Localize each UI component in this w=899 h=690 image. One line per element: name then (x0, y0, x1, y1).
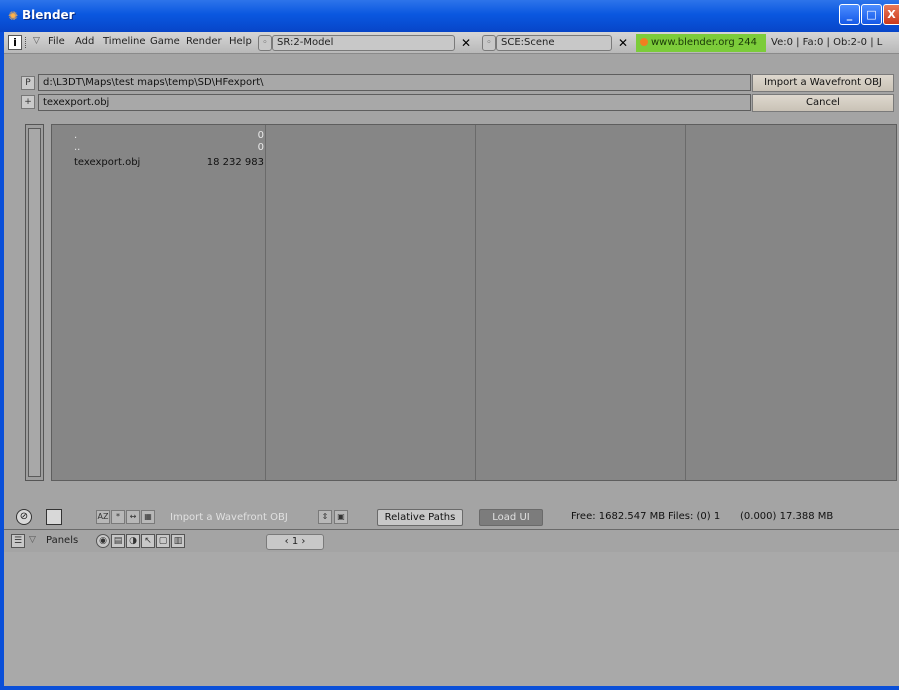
file-size: 18 232 983 (206, 157, 264, 168)
scene-panel-icon[interactable]: ▥ (171, 534, 185, 548)
window-title: Blender (22, 8, 75, 22)
object-panel-icon[interactable]: ↖ (141, 534, 155, 548)
files-count-label: Files: (0) 1 (668, 511, 721, 522)
blender-logo-icon: ✺ (7, 9, 19, 23)
file-entry-parent-dir[interactable]: .. 0 (74, 142, 264, 154)
screen-browse-button[interactable]: ◦ (258, 35, 272, 51)
script-panel-icon[interactable]: ▤ (111, 534, 125, 548)
selected-size-label: (0.000) 17.388 MB (740, 511, 834, 522)
blender-dot-icon (640, 38, 648, 46)
file-browser-footer: ⊘ AZ * ↔ ▦ Import a Wavefront OBJ ⇕ ▣ Re… (16, 506, 899, 528)
free-space-label: Free: 1682.547 MB (571, 511, 666, 522)
title-bar[interactable]: ✺ Blender _ □ X (0, 0, 899, 32)
parent-directory-button[interactable]: P (21, 76, 35, 90)
info-header: i ▽ File Add Timeline Game Render Help ◦… (4, 32, 899, 54)
info-window-type-icon[interactable]: i (8, 35, 22, 50)
frame-number-field[interactable]: ‹ 1 › (266, 534, 324, 550)
scene-browse-button[interactable]: ◦ (482, 35, 496, 51)
menu-collapse-icon[interactable]: ▽ (29, 535, 36, 545)
blender-window: ✺ Blender _ □ X i ▽ File Add Timeline Ga… (0, 0, 899, 690)
thumbnail-toggle-icon[interactable]: ▣ (334, 510, 348, 524)
relative-paths-toggle[interactable]: Relative Paths (377, 509, 463, 526)
blender-url-text: www.blender.org 244 (651, 37, 757, 48)
minimize-button[interactable]: _ (839, 4, 860, 25)
file-entry-texexport[interactable]: texexport.obj 18 232 983 (74, 157, 264, 169)
directory-path-field[interactable]: d:\L3DT\Maps\test maps\temp\SD\HFexport\ (38, 74, 751, 91)
buttons-window-type-icon[interactable]: ☰ (11, 534, 25, 548)
filename-field[interactable]: texexport.obj (38, 94, 751, 111)
scene-stats: Ve:0 | Fa:0 | Ob:2-0 | L (771, 37, 883, 48)
logic-panel-icon[interactable]: ◉ (96, 534, 110, 548)
column-divider (265, 125, 266, 480)
import-wavefront-button[interactable]: Import a Wavefront OBJ (752, 74, 894, 92)
column-divider (475, 125, 476, 480)
menu-help[interactable]: Help (229, 36, 252, 47)
editing-panel-icon[interactable]: ▢ (156, 534, 170, 548)
file-list: . 0 .. 0 texexport.obj 18 232 983 (51, 124, 897, 481)
file-size: 0 (257, 142, 264, 153)
cancel-button[interactable]: Cancel (752, 94, 894, 112)
menu-game[interactable]: Game (150, 36, 180, 47)
screen-name-field[interactable]: SR:2-Model (272, 35, 455, 51)
file-name: . (74, 130, 78, 141)
file-name: texexport.obj (74, 157, 141, 168)
delete-scene-icon[interactable]: ✕ (618, 36, 628, 50)
sort-time-button[interactable]: ↔ (126, 510, 140, 524)
panels-label: Panels (46, 535, 79, 546)
maximize-button[interactable]: □ (861, 4, 882, 25)
frame-decrement-icon[interactable]: ‹ (285, 536, 289, 547)
frame-value: 1 (291, 536, 299, 547)
frame-increment-icon[interactable]: › (301, 536, 305, 547)
file-name: .. (74, 142, 81, 153)
header-drag-handle[interactable] (25, 37, 30, 48)
menu-add[interactable]: Add (75, 36, 94, 47)
file-size: 0 (257, 130, 264, 141)
sort-extension-button[interactable]: * (111, 510, 125, 524)
toggle-view-icon[interactable] (46, 509, 62, 525)
shading-panel-icon[interactable]: ◑ (126, 534, 140, 548)
buttons-window-body (4, 552, 899, 686)
sort-alpha-button[interactable]: AZ (96, 510, 110, 524)
menu-render[interactable]: Render (186, 36, 222, 47)
menu-file[interactable]: File (48, 36, 65, 47)
file-browser-title: Import a Wavefront OBJ (170, 512, 288, 523)
buttons-window-header: ☰ ▽ Panels ◉ ▤ ◑ ↖ ▢ ▥ ‹ 1 › (4, 530, 899, 552)
close-button[interactable]: X (883, 4, 899, 25)
hide-dot-files-icon[interactable]: ⇕ (318, 510, 332, 524)
load-ui-toggle[interactable]: Load UI (479, 509, 543, 526)
blender-client-area: i ▽ File Add Timeline Game Render Help ◦… (4, 32, 899, 686)
column-divider (685, 125, 686, 480)
file-entry-current-dir[interactable]: . 0 (74, 130, 264, 142)
menu-timeline[interactable]: Timeline (103, 36, 146, 47)
window-type-icon[interactable]: ⊘ (16, 509, 32, 525)
scrollbar-thumb[interactable] (28, 128, 41, 477)
file-list-scrollbar[interactable] (25, 124, 44, 481)
filename-increment-button[interactable]: + (21, 95, 35, 109)
delete-screen-icon[interactable]: ✕ (461, 36, 471, 50)
scene-name-field[interactable]: SCE:Scene (496, 35, 612, 51)
blender-org-link[interactable]: www.blender.org 244 (636, 34, 766, 52)
sort-size-button[interactable]: ▦ (141, 510, 155, 524)
menu-collapse-icon[interactable]: ▽ (33, 36, 40, 46)
